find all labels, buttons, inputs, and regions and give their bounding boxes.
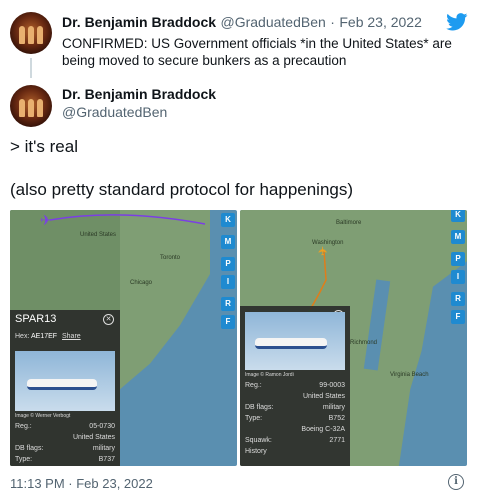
map-button-p[interactable]: P [451, 252, 465, 266]
airplane-icon[interactable]: ✈ [40, 212, 52, 229]
tweet-text-line1: > it's real [10, 137, 78, 156]
info-row: DB flags: military [245, 404, 345, 411]
info-row: Type: B737 [15, 456, 115, 463]
map-button-m[interactable]: M [451, 230, 465, 244]
hex-code: AE17EF [30, 333, 58, 340]
image-credit: Image © Werner Verbogt [15, 413, 71, 419]
flight-track [305, 249, 327, 317]
airplane-icon[interactable]: ✈ [316, 246, 330, 256]
map-button-k[interactable]: K [221, 213, 235, 227]
author-name[interactable]: Dr. Benjamin Braddock [62, 86, 216, 102]
image-credit: Image © Ramon Jordi [245, 372, 294, 378]
airplane-silhouette-icon [255, 338, 327, 349]
author-handle[interactable]: @GraduatedBen [62, 104, 167, 120]
quoted-tweet-text: CONFIRMED: US Government officials *in t… [62, 36, 452, 68]
info-row: Squawk: 2771 [245, 437, 345, 444]
thread-connector-line [30, 58, 32, 78]
map-label: Richmond [350, 340, 378, 346]
map-button-r[interactable]: R [221, 297, 235, 311]
map-button-k[interactable]: K [451, 210, 465, 222]
map-button-r[interactable]: R [451, 292, 465, 306]
map-label: Virginia Beach [390, 372, 429, 378]
map-label: Toronto [160, 255, 181, 261]
map-label: Chicago [130, 280, 153, 286]
author-avatar[interactable] [10, 85, 52, 127]
map-button-i[interactable]: I [221, 275, 235, 289]
left-map-image[interactable]: United States Chicago Toronto ✈ SPAR13 ✕… [10, 210, 237, 466]
quoted-author-handle[interactable]: @GraduatedBen [221, 14, 326, 30]
info-row: DB flags: military [15, 445, 115, 452]
map-side-buttons: K M P I R F [451, 210, 465, 324]
close-icon[interactable]: ✕ [103, 314, 114, 325]
map-button-f[interactable]: F [221, 315, 235, 329]
aircraft-photo [245, 312, 345, 370]
share-link[interactable]: Share [62, 333, 81, 340]
header-separator: · [330, 14, 335, 30]
map-button-m[interactable]: M [221, 235, 235, 249]
quoted-author-avatar[interactable] [10, 12, 52, 54]
map-button-i[interactable]: I [451, 270, 465, 284]
history-row[interactable]: History [240, 446, 350, 457]
aircraft-photo [15, 351, 115, 411]
aircraft-info-panel: ✕ Image © Ramon Jordi Reg.:99-0003 Unite… [240, 306, 350, 466]
info-row: United States [302, 393, 345, 400]
map-side-buttons: K M P I R F [221, 213, 235, 329]
map-button-f[interactable]: F [451, 310, 465, 324]
info-row: Reg.: 99-0003 [245, 382, 345, 389]
info-row: Reg.: 05-0730 [15, 423, 115, 430]
info-row: United States [72, 434, 115, 441]
map-button-p[interactable]: P [221, 257, 235, 271]
tweet-text-line2: (also pretty standard protocol for happe… [10, 180, 354, 199]
info-icon[interactable]: i [448, 474, 464, 490]
quoted-tweet-header: Dr. Benjamin Braddock @GraduatedBen · Fe… [62, 14, 422, 32]
hex-label: Hex: [15, 333, 30, 340]
quoted-tweet-date[interactable]: Feb 23, 2022 [339, 14, 422, 30]
airplane-silhouette-icon [27, 379, 97, 390]
info-row: Boeing C-32A [301, 426, 345, 433]
twitter-bird-icon[interactable] [446, 13, 468, 36]
aircraft-info-panel: SPAR13 ✕ Hex: AE17EF Share Image © Werne… [10, 310, 120, 466]
quoted-author-name[interactable]: Dr. Benjamin Braddock [62, 14, 216, 30]
tweet-timestamp[interactable]: 11:13 PM · Feb 23, 2022 [10, 476, 153, 491]
info-row: Type: B752 [245, 415, 345, 422]
right-map-image[interactable]: Baltimore Washington Virginia Beach Rich… [240, 210, 467, 466]
